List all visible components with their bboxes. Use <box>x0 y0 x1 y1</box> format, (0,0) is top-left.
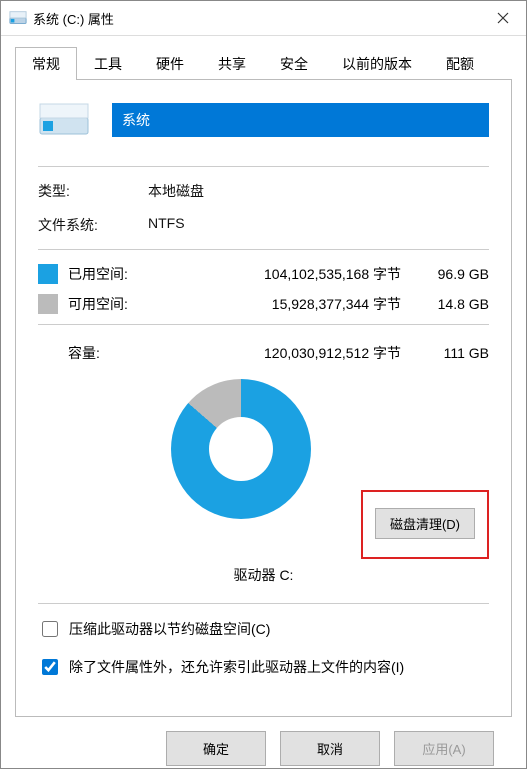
free-bytes: 15,928,377,344 字节 <box>163 294 419 314</box>
dialog-footer: 确定 取消 应用(A) <box>15 717 512 784</box>
drive-icon <box>9 9 27 27</box>
filesystem-label: 文件系统: <box>38 215 148 235</box>
used-bytes: 104,102,535,168 字节 <box>163 264 419 284</box>
tab-sharing[interactable]: 共享 <box>201 47 263 80</box>
close-icon <box>497 12 509 24</box>
used-label: 已用空间: <box>68 264 163 284</box>
divider <box>38 324 489 325</box>
index-checkbox[interactable] <box>42 659 58 675</box>
used-gb: 96.9 GB <box>419 266 489 282</box>
tab-general[interactable]: 常规 <box>15 47 77 80</box>
title-bar: 系统 (C:) 属性 <box>1 1 526 36</box>
tab-quota[interactable]: 配额 <box>429 47 491 80</box>
close-button[interactable] <box>480 1 526 35</box>
tab-security[interactable]: 安全 <box>263 47 325 80</box>
free-gb: 14.8 GB <box>419 296 489 312</box>
index-label: 除了文件属性外，还允许索引此驱动器上文件的内容(I) <box>69 657 404 677</box>
used-swatch <box>38 264 58 284</box>
tab-tools[interactable]: 工具 <box>77 47 139 80</box>
compress-checkbox[interactable] <box>42 621 58 637</box>
pie-chart-area: 驱动器 C: 磁盘清理(D) <box>38 379 489 559</box>
tab-hardware[interactable]: 硬件 <box>139 47 201 80</box>
compress-label: 压缩此驱动器以节约磁盘空间(C) <box>69 619 270 639</box>
tab-previous-versions[interactable]: 以前的版本 <box>325 47 429 80</box>
type-value: 本地磁盘 <box>148 181 204 201</box>
capacity-row: 容量: 120,030,912,512 字节 111 GB <box>38 343 489 363</box>
drive-large-icon <box>38 100 90 140</box>
properties-window: 系统 (C:) 属性 常规 工具 硬件 共享 安全 以前的版本 配额 类型: <box>0 0 527 769</box>
apply-button[interactable]: 应用(A) <box>394 731 494 766</box>
used-space-row: 已用空间: 104,102,535,168 字节 96.9 GB <box>38 264 489 284</box>
index-checkbox-row[interactable]: 除了文件属性外，还允许索引此驱动器上文件的内容(I) <box>38 656 489 678</box>
filesystem-value: NTFS <box>148 215 185 235</box>
disk-cleanup-button[interactable]: 磁盘清理(D) <box>375 508 475 539</box>
type-label: 类型: <box>38 181 148 201</box>
ok-button[interactable]: 确定 <box>166 731 266 766</box>
drive-name-input[interactable] <box>112 103 489 137</box>
disk-cleanup-highlight: 磁盘清理(D) <box>361 490 489 559</box>
free-label: 可用空间: <box>68 294 163 314</box>
divider <box>38 603 489 604</box>
compress-checkbox-row[interactable]: 压缩此驱动器以节约磁盘空间(C) <box>38 618 489 640</box>
tab-body-general: 类型: 本地磁盘 文件系统: NTFS 已用空间: 104,102,535,16… <box>15 80 512 717</box>
capacity-label: 容量: <box>38 343 163 363</box>
usage-donut-chart <box>171 379 311 519</box>
capacity-gb: 111 GB <box>419 345 489 361</box>
divider <box>38 166 489 167</box>
divider <box>38 249 489 250</box>
cancel-button[interactable]: 取消 <box>280 731 380 766</box>
capacity-bytes: 120,030,912,512 字节 <box>163 343 419 363</box>
free-space-row: 可用空间: 15,928,377,344 字节 14.8 GB <box>38 294 489 314</box>
free-swatch <box>38 294 58 314</box>
tab-strip: 常规 工具 硬件 共享 安全 以前的版本 配额 <box>15 46 512 80</box>
window-title: 系统 (C:) 属性 <box>33 9 480 28</box>
content-area: 常规 工具 硬件 共享 安全 以前的版本 配额 类型: 本地磁盘 文件系统: <box>1 36 526 784</box>
chart-drive-label: 驱动器 C: <box>234 565 294 585</box>
